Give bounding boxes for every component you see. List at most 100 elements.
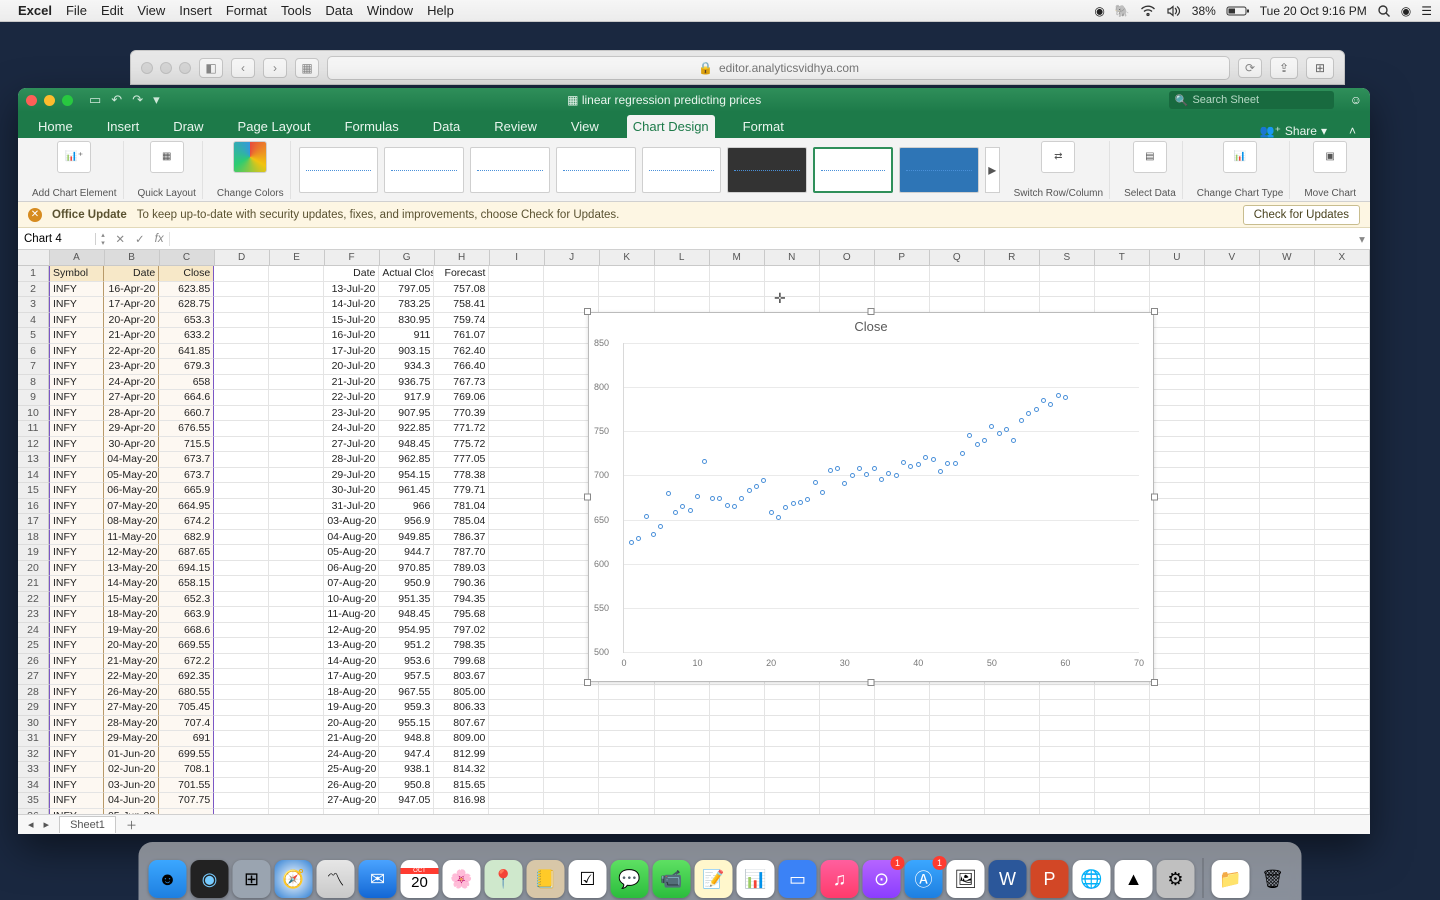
address-bar[interactable]: 🔒 editor.analyticsvidhya.com xyxy=(327,56,1230,80)
cancel-formula-icon[interactable]: ✕ xyxy=(115,232,125,246)
dock-facetime[interactable]: 📹 xyxy=(653,860,691,898)
clock[interactable]: Tue 20 Oct 9:16 PM xyxy=(1260,4,1367,18)
dock-downloads[interactable]: 📁 xyxy=(1212,860,1250,898)
sheet-tab-sheet1[interactable]: Sheet1 xyxy=(59,816,116,833)
name-box[interactable]: Chart 4 xyxy=(18,233,96,245)
menu-window[interactable]: Window xyxy=(367,3,413,18)
window-zoom[interactable] xyxy=(62,95,73,106)
minimize-icon[interactable] xyxy=(160,62,172,74)
menu-insert[interactable]: Insert xyxy=(179,3,212,18)
tab-view[interactable]: View xyxy=(565,115,605,138)
siri-icon[interactable]: ◉ xyxy=(1401,4,1411,18)
ribbon-collapse-icon[interactable]: ˄ xyxy=(1349,124,1356,138)
move-chart-button[interactable]: ▣ Move Chart xyxy=(1298,141,1362,199)
dock-vlc[interactable]: ▲ xyxy=(1115,860,1153,898)
dock-powerpoint[interactable]: P xyxy=(1031,860,1069,898)
back-button[interactable]: ‹ xyxy=(231,58,255,78)
control-center-icon[interactable]: ☰ xyxy=(1421,4,1432,18)
dock-siri[interactable]: ◉ xyxy=(191,860,229,898)
share-button[interactable]: ⇪ xyxy=(1270,57,1298,79)
app-name[interactable]: Excel xyxy=(18,3,52,18)
battery-icon[interactable] xyxy=(1226,4,1250,18)
battery-pct[interactable]: 38% xyxy=(1192,4,1216,18)
chart-style-6[interactable] xyxy=(727,147,807,193)
account-icon[interactable]: ☺ xyxy=(1350,93,1362,107)
chart-style-5[interactable] xyxy=(642,147,722,193)
chart-style-4[interactable] xyxy=(556,147,636,193)
dock-keynote[interactable]: ▭ xyxy=(779,860,817,898)
dock-preview[interactable]: 🖼 xyxy=(947,860,985,898)
check-for-updates-button[interactable]: Check for Updates xyxy=(1243,205,1360,225)
dock-mail[interactable]: ✉ xyxy=(359,860,397,898)
chart-title[interactable]: Close xyxy=(589,313,1153,336)
tabs-button[interactable]: ▦ xyxy=(295,58,319,78)
chart-style-3[interactable] xyxy=(470,147,550,193)
tab-page-layout[interactable]: Page Layout xyxy=(232,115,317,138)
tab-home[interactable]: Home xyxy=(32,115,79,138)
tabs-overview-button[interactable]: ⊞ xyxy=(1306,57,1334,79)
chart-styles-more[interactable]: ▸ xyxy=(985,147,1000,193)
dock-notes[interactable]: 📝 xyxy=(695,860,733,898)
tab-draw[interactable]: Draw xyxy=(167,115,209,138)
select-data-button[interactable]: ▤ Select Data xyxy=(1118,141,1183,199)
add-chart-element-button[interactable]: 📊⁺ Add Chart Element xyxy=(26,141,124,199)
expand-formula-bar[interactable]: ▾ xyxy=(1354,232,1370,246)
dock-trash[interactable]: 🗑 xyxy=(1254,860,1292,898)
chart-style-2[interactable] xyxy=(384,147,464,193)
dock-messages[interactable]: 💬 xyxy=(611,860,649,898)
switch-row-column-button[interactable]: ⇄ Switch Row/Column xyxy=(1008,141,1110,199)
chart-style-1[interactable] xyxy=(299,147,379,193)
dock-activity-monitor[interactable]: 〽 xyxy=(317,860,355,898)
wifi-icon[interactable] xyxy=(1140,4,1156,18)
creative-cloud-icon[interactable]: ◉ xyxy=(1094,4,1104,18)
window-close[interactable] xyxy=(26,95,37,106)
dock-safari[interactable]: 🧭 xyxy=(275,860,313,898)
dock-calendar[interactable]: OCT20 xyxy=(401,860,439,898)
dock-contacts[interactable]: 📒 xyxy=(527,860,565,898)
tab-chart-design[interactable]: Chart Design xyxy=(627,115,715,138)
menu-data[interactable]: Data xyxy=(325,3,352,18)
window-minimize[interactable] xyxy=(44,95,55,106)
menu-file[interactable]: File xyxy=(66,3,87,18)
share-button[interactable]: 👥⁺Share▾ xyxy=(1260,124,1327,138)
dock-podcasts[interactable]: ⊙1 xyxy=(863,860,901,898)
fx-icon[interactable]: fx xyxy=(155,233,164,245)
tab-data[interactable]: Data xyxy=(427,115,466,138)
dock-launchpad[interactable]: ⊞ xyxy=(233,860,271,898)
change-colors-button[interactable]: Change Colors xyxy=(211,141,291,199)
sidebar-toggle-icon[interactable]: ◧ xyxy=(199,58,223,78)
add-sheet-button[interactable]: ＋ xyxy=(126,817,137,833)
dock-settings[interactable]: ⚙ xyxy=(1157,860,1195,898)
dock-maps[interactable]: 📍 xyxy=(485,860,523,898)
chart-style-7-selected[interactable] xyxy=(813,147,893,193)
tab-review[interactable]: Review xyxy=(488,115,543,138)
qat-autosave-icon[interactable]: ▭ xyxy=(89,92,101,108)
spotlight-icon[interactable] xyxy=(1377,3,1391,18)
sheet-nav-first[interactable]: ◂ xyxy=(28,818,34,831)
sheet-nav-last[interactable]: ▸ xyxy=(44,818,50,831)
tab-formulas[interactable]: Formulas xyxy=(339,115,405,138)
change-chart-type-button[interactable]: 📊 Change Chart Type xyxy=(1191,141,1291,199)
chart-style-8[interactable] xyxy=(899,147,979,193)
dock-appstore[interactable]: Ⓐ1 xyxy=(905,860,943,898)
volume-icon[interactable] xyxy=(1166,4,1182,18)
qat-undo-icon[interactable]: ↶ xyxy=(111,92,122,108)
close-icon[interactable] xyxy=(141,62,153,74)
menu-tools[interactable]: Tools xyxy=(281,3,311,18)
dock-numbers[interactable]: 📊 xyxy=(737,860,775,898)
dock-word[interactable]: W xyxy=(989,860,1027,898)
dock-chrome[interactable]: 🌐 xyxy=(1073,860,1111,898)
quick-layout-button[interactable]: ▦ Quick Layout xyxy=(132,141,203,199)
evernote-icon[interactable]: 🐘 xyxy=(1115,4,1130,18)
tab-format[interactable]: Format xyxy=(737,115,790,138)
dock-finder[interactable]: ☻ xyxy=(149,860,187,898)
menu-edit[interactable]: Edit xyxy=(101,3,123,18)
menu-view[interactable]: View xyxy=(137,3,165,18)
dock-music[interactable]: ♫ xyxy=(821,860,859,898)
enter-formula-icon[interactable]: ✓ xyxy=(135,232,145,246)
forward-button[interactable]: › xyxy=(263,58,287,78)
menu-format[interactable]: Format xyxy=(226,3,267,18)
search-sheet-input[interactable]: 🔍 Search Sheet xyxy=(1169,91,1334,109)
dock-photos[interactable]: 🌸 xyxy=(443,860,481,898)
spreadsheet-grid[interactable]: ABCDEFGHIJKLMNOPQRSTUVWX 1SymbolDateClos… xyxy=(18,250,1370,814)
